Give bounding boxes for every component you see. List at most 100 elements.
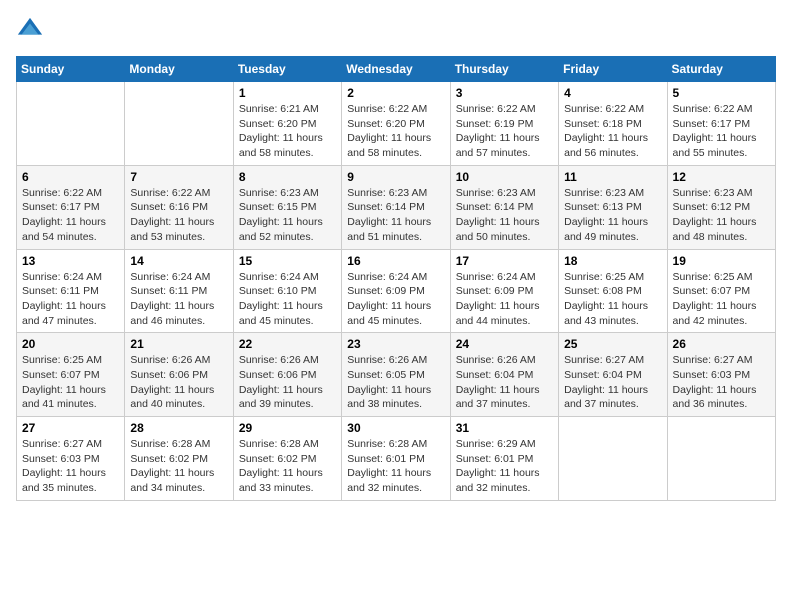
calendar-cell: 29 Sunrise: 6:28 AMSunset: 6:02 PMDayligh… <box>233 417 341 501</box>
day-number: 18 <box>564 254 661 268</box>
page-header <box>16 16 776 44</box>
calendar-cell: 30 Sunrise: 6:28 AMSunset: 6:01 PMDayligh… <box>342 417 450 501</box>
weekday-header: Saturday <box>667 57 775 82</box>
calendar-cell <box>17 82 125 166</box>
day-number: 9 <box>347 170 444 184</box>
calendar-cell: 14 Sunrise: 6:24 AMSunset: 6:11 PMDayligh… <box>125 249 233 333</box>
day-number: 20 <box>22 337 119 351</box>
calendar-header-row: SundayMondayTuesdayWednesdayThursdayFrid… <box>17 57 776 82</box>
day-number: 15 <box>239 254 336 268</box>
day-info: Sunrise: 6:22 AMSunset: 6:20 PMDaylight:… <box>347 102 444 161</box>
day-number: 29 <box>239 421 336 435</box>
weekday-header: Tuesday <box>233 57 341 82</box>
calendar-week-row: 27Sunrise: 6:27 AMSunset: 6:03 PMDayligh… <box>17 417 776 501</box>
calendar-cell: 20 Sunrise: 6:25 AMSunset: 6:07 PMDayligh… <box>17 333 125 417</box>
calendar-cell: 6Sunrise: 6:22 AMSunset: 6:17 PMDaylight… <box>17 165 125 249</box>
day-number: 28 <box>130 421 227 435</box>
logo <box>16 16 48 44</box>
day-number: 5 <box>673 86 770 100</box>
calendar-cell: 13Sunrise: 6:24 AMSunset: 6:11 PMDayligh… <box>17 249 125 333</box>
day-info: Sunrise: 6:23 AMSunset: 6:14 PMDaylight:… <box>456 186 553 245</box>
calendar-cell <box>559 417 667 501</box>
day-number: 31 <box>456 421 553 435</box>
day-number: 25 <box>564 337 661 351</box>
calendar-cell: 18 Sunrise: 6:25 AMSunset: 6:08 PMDayligh… <box>559 249 667 333</box>
day-number: 16 <box>347 254 444 268</box>
day-info: Sunrise: 6:27 AMSunset: 6:03 PMDaylight:… <box>22 437 119 496</box>
day-number: 19 <box>673 254 770 268</box>
day-info: Sunrise: 6:27 AMSunset: 6:03 PMDaylight:… <box>673 353 770 412</box>
calendar-cell: 21Sunrise: 6:26 AMSunset: 6:06 PMDayligh… <box>125 333 233 417</box>
calendar-cell: 24 Sunrise: 6:26 AMSunset: 6:04 PMDayligh… <box>450 333 558 417</box>
calendar-cell: 31 Sunrise: 6:29 AMSunset: 6:01 PMDayligh… <box>450 417 558 501</box>
day-info: Sunrise: 6:25 AMSunset: 6:08 PMDaylight:… <box>564 270 661 329</box>
day-info: Sunrise: 6:24 AMSunset: 6:09 PMDaylight:… <box>456 270 553 329</box>
day-number: 3 <box>456 86 553 100</box>
day-number: 24 <box>456 337 553 351</box>
calendar-cell: 23Sunrise: 6:26 AMSunset: 6:05 PMDayligh… <box>342 333 450 417</box>
day-info: Sunrise: 6:21 AMSunset: 6:20 PMDaylight:… <box>239 102 336 161</box>
calendar-cell: 10 Sunrise: 6:23 AMSunset: 6:14 PMDayligh… <box>450 165 558 249</box>
day-number: 2 <box>347 86 444 100</box>
calendar-cell <box>125 82 233 166</box>
day-number: 14 <box>130 254 227 268</box>
day-number: 7 <box>130 170 227 184</box>
calendar-cell: 8 Sunrise: 6:23 AMSunset: 6:15 PMDaylight… <box>233 165 341 249</box>
day-number: 22 <box>239 337 336 351</box>
calendar-table: SundayMondayTuesdayWednesdayThursdayFrid… <box>16 56 776 501</box>
calendar-week-row: 6Sunrise: 6:22 AMSunset: 6:17 PMDaylight… <box>17 165 776 249</box>
calendar-cell: 4Sunrise: 6:22 AMSunset: 6:18 PMDaylight… <box>559 82 667 166</box>
day-info: Sunrise: 6:24 AMSunset: 6:10 PMDaylight:… <box>239 270 336 329</box>
calendar-week-row: 20 Sunrise: 6:25 AMSunset: 6:07 PMDayligh… <box>17 333 776 417</box>
calendar-cell: 16 Sunrise: 6:24 AMSunset: 6:09 PMDayligh… <box>342 249 450 333</box>
day-info: Sunrise: 6:23 AMSunset: 6:12 PMDaylight:… <box>673 186 770 245</box>
day-info: Sunrise: 6:28 AMSunset: 6:02 PMDaylight:… <box>130 437 227 496</box>
day-info: Sunrise: 6:23 AMSunset: 6:15 PMDaylight:… <box>239 186 336 245</box>
day-info: Sunrise: 6:29 AMSunset: 6:01 PMDaylight:… <box>456 437 553 496</box>
day-info: Sunrise: 6:25 AMSunset: 6:07 PMDaylight:… <box>22 353 119 412</box>
day-info: Sunrise: 6:22 AMSunset: 6:19 PMDaylight:… <box>456 102 553 161</box>
day-number: 10 <box>456 170 553 184</box>
calendar-week-row: 13Sunrise: 6:24 AMSunset: 6:11 PMDayligh… <box>17 249 776 333</box>
calendar-cell: 15 Sunrise: 6:24 AMSunset: 6:10 PMDayligh… <box>233 249 341 333</box>
day-info: Sunrise: 6:23 AMSunset: 6:14 PMDaylight:… <box>347 186 444 245</box>
day-number: 8 <box>239 170 336 184</box>
calendar-cell: 25Sunrise: 6:27 AMSunset: 6:04 PMDayligh… <box>559 333 667 417</box>
calendar-cell: 2 Sunrise: 6:22 AMSunset: 6:20 PMDaylight… <box>342 82 450 166</box>
day-number: 6 <box>22 170 119 184</box>
calendar-cell: 26 Sunrise: 6:27 AMSunset: 6:03 PMDayligh… <box>667 333 775 417</box>
calendar-cell: 1 Sunrise: 6:21 AMSunset: 6:20 PMDaylight… <box>233 82 341 166</box>
day-info: Sunrise: 6:26 AMSunset: 6:05 PMDaylight:… <box>347 353 444 412</box>
day-number: 26 <box>673 337 770 351</box>
day-info: Sunrise: 6:24 AMSunset: 6:09 PMDaylight:… <box>347 270 444 329</box>
weekday-header: Sunday <box>17 57 125 82</box>
calendar-cell: 28 Sunrise: 6:28 AMSunset: 6:02 PMDayligh… <box>125 417 233 501</box>
logo-icon <box>16 16 44 44</box>
day-info: Sunrise: 6:28 AMSunset: 6:01 PMDaylight:… <box>347 437 444 496</box>
day-info: Sunrise: 6:22 AMSunset: 6:18 PMDaylight:… <box>564 102 661 161</box>
day-info: Sunrise: 6:26 AMSunset: 6:06 PMDaylight:… <box>239 353 336 412</box>
calendar-week-row: 1 Sunrise: 6:21 AMSunset: 6:20 PMDaylight… <box>17 82 776 166</box>
calendar-cell: 27Sunrise: 6:27 AMSunset: 6:03 PMDayligh… <box>17 417 125 501</box>
calendar-cell: 3 Sunrise: 6:22 AMSunset: 6:19 PMDaylight… <box>450 82 558 166</box>
day-info: Sunrise: 6:24 AMSunset: 6:11 PMDaylight:… <box>22 270 119 329</box>
day-info: Sunrise: 6:26 AMSunset: 6:04 PMDaylight:… <box>456 353 553 412</box>
calendar-cell: 17 Sunrise: 6:24 AMSunset: 6:09 PMDayligh… <box>450 249 558 333</box>
day-number: 30 <box>347 421 444 435</box>
day-info: Sunrise: 6:28 AMSunset: 6:02 PMDaylight:… <box>239 437 336 496</box>
day-number: 21 <box>130 337 227 351</box>
day-number: 17 <box>456 254 553 268</box>
calendar-cell <box>667 417 775 501</box>
day-number: 12 <box>673 170 770 184</box>
calendar-cell: 9 Sunrise: 6:23 AMSunset: 6:14 PMDaylight… <box>342 165 450 249</box>
day-number: 11 <box>564 170 661 184</box>
day-info: Sunrise: 6:25 AMSunset: 6:07 PMDaylight:… <box>673 270 770 329</box>
calendar-cell: 19 Sunrise: 6:25 AMSunset: 6:07 PMDayligh… <box>667 249 775 333</box>
day-info: Sunrise: 6:23 AMSunset: 6:13 PMDaylight:… <box>564 186 661 245</box>
day-info: Sunrise: 6:22 AMSunset: 6:17 PMDaylight:… <box>673 102 770 161</box>
calendar-cell: 5 Sunrise: 6:22 AMSunset: 6:17 PMDaylight… <box>667 82 775 166</box>
day-info: Sunrise: 6:24 AMSunset: 6:11 PMDaylight:… <box>130 270 227 329</box>
weekday-header: Wednesday <box>342 57 450 82</box>
weekday-header: Thursday <box>450 57 558 82</box>
day-number: 1 <box>239 86 336 100</box>
